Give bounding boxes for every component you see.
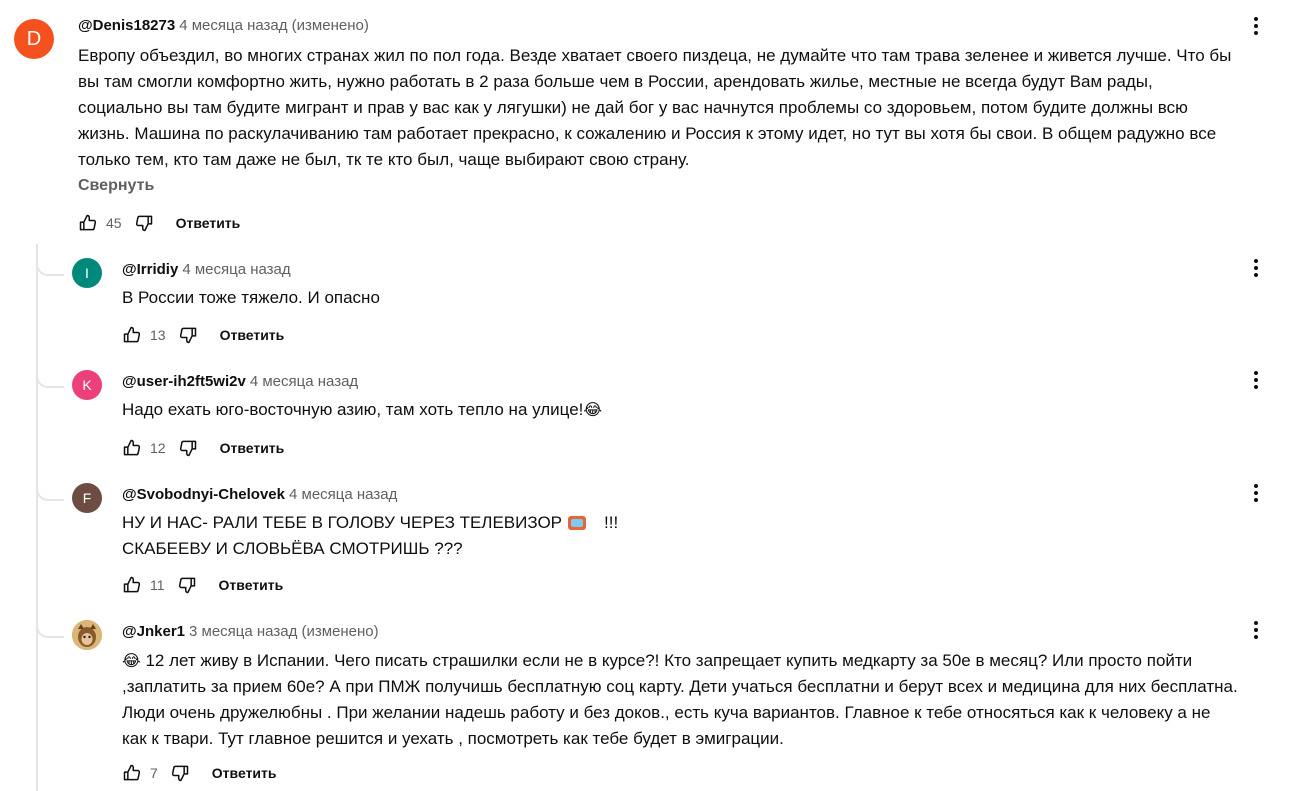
reply-button[interactable]: Ответить bbox=[220, 440, 285, 456]
like-count: 45 bbox=[106, 215, 122, 231]
comment-text: Надо ехать юго-восточную азию, там хоть … bbox=[122, 400, 603, 419]
like-count: 12 bbox=[150, 440, 166, 456]
avatar[interactable]: F bbox=[72, 483, 102, 513]
author-name[interactable]: @Irridiy bbox=[122, 261, 178, 278]
more-options-icon[interactable] bbox=[1244, 14, 1268, 38]
avatar[interactable]: D bbox=[14, 19, 54, 59]
comment-text: 😂 12 лет живу в Испании. Чего писать стр… bbox=[122, 651, 1238, 748]
reply-button[interactable]: Ответить bbox=[212, 765, 277, 781]
comment-actions: 12 Ответить bbox=[120, 436, 284, 460]
more-options-icon[interactable] bbox=[1244, 618, 1268, 642]
timestamp[interactable]: 4 месяца назад bbox=[250, 373, 358, 390]
comment-header: @Denis18273 4 месяца назад (изменено) bbox=[78, 17, 369, 34]
reply-connector bbox=[36, 620, 64, 638]
more-options-icon[interactable] bbox=[1244, 256, 1268, 280]
timestamp[interactable]: 3 месяца назад (изменено) bbox=[189, 623, 379, 640]
more-options-icon[interactable] bbox=[1244, 481, 1268, 505]
like-icon[interactable] bbox=[120, 436, 144, 460]
author-name[interactable]: @Jnker1 bbox=[122, 623, 185, 640]
avatar[interactable] bbox=[72, 620, 102, 650]
more-options-icon[interactable] bbox=[1244, 368, 1268, 392]
reply-button[interactable]: Ответить bbox=[219, 577, 284, 593]
reply-connector bbox=[36, 370, 64, 388]
dislike-icon[interactable] bbox=[168, 761, 192, 785]
avatar-image-icon bbox=[72, 620, 102, 650]
avatar[interactable]: K bbox=[72, 370, 102, 400]
reply-button[interactable]: Ответить bbox=[220, 327, 285, 343]
comment-header: @user-ih2ft5wi2v 4 месяца назад bbox=[122, 373, 358, 390]
comment-actions: 13 Ответить bbox=[120, 323, 284, 347]
like-count: 13 bbox=[150, 327, 166, 343]
timestamp[interactable]: 4 месяца назад bbox=[289, 486, 397, 503]
timestamp[interactable]: 4 месяца назад bbox=[182, 261, 290, 278]
comment-header: @Irridiy 4 месяца назад bbox=[122, 261, 291, 278]
comment-header: @Jnker1 3 месяца назад (изменено) bbox=[122, 623, 379, 640]
collapse-button[interactable]: Свернуть bbox=[78, 177, 154, 195]
reply-thread-line bbox=[36, 244, 38, 791]
dislike-icon[interactable] bbox=[176, 436, 200, 460]
reply-connector bbox=[36, 483, 64, 501]
dislike-icon[interactable] bbox=[176, 323, 200, 347]
comment-actions: 11 Ответить bbox=[120, 573, 283, 597]
comment-text: Европу объездил, во многих странах жил п… bbox=[78, 46, 1232, 169]
timestamp[interactable]: 4 месяца назад (изменено) bbox=[179, 17, 369, 34]
like-icon[interactable] bbox=[120, 323, 144, 347]
comment-actions: 45 Ответить bbox=[76, 211, 240, 235]
comment-text: В России тоже тяжело. И опасно bbox=[122, 288, 380, 307]
like-icon[interactable] bbox=[76, 211, 100, 235]
laughing-emoji-icon: 😂 bbox=[122, 651, 141, 670]
author-name[interactable]: @Svobodnyi-Chelovek bbox=[122, 486, 285, 503]
like-count: 7 bbox=[150, 765, 158, 781]
reply-button[interactable]: Ответить bbox=[176, 215, 241, 231]
laughing-emoji-icon: 😂 bbox=[583, 400, 603, 419]
dislike-icon[interactable] bbox=[175, 573, 199, 597]
like-icon[interactable] bbox=[120, 573, 144, 597]
television-emoji-icon bbox=[568, 516, 586, 530]
author-name[interactable]: @Denis18273 bbox=[78, 17, 175, 34]
comment-header: @Svobodnyi-Chelovek 4 месяца назад bbox=[122, 486, 397, 503]
comment-text: НУ И НАС- РАЛИ ТЕБЕ В ГОЛОВУ ЧЕРЕЗ ТЕЛЕВ… bbox=[122, 513, 619, 558]
reply-connector bbox=[36, 258, 64, 276]
comment-actions: 7 Ответить bbox=[120, 761, 277, 785]
like-icon[interactable] bbox=[120, 761, 144, 785]
dislike-icon[interactable] bbox=[132, 211, 156, 235]
like-count: 11 bbox=[150, 577, 165, 593]
author-name[interactable]: @user-ih2ft5wi2v bbox=[122, 373, 246, 390]
avatar[interactable]: I bbox=[72, 258, 102, 288]
